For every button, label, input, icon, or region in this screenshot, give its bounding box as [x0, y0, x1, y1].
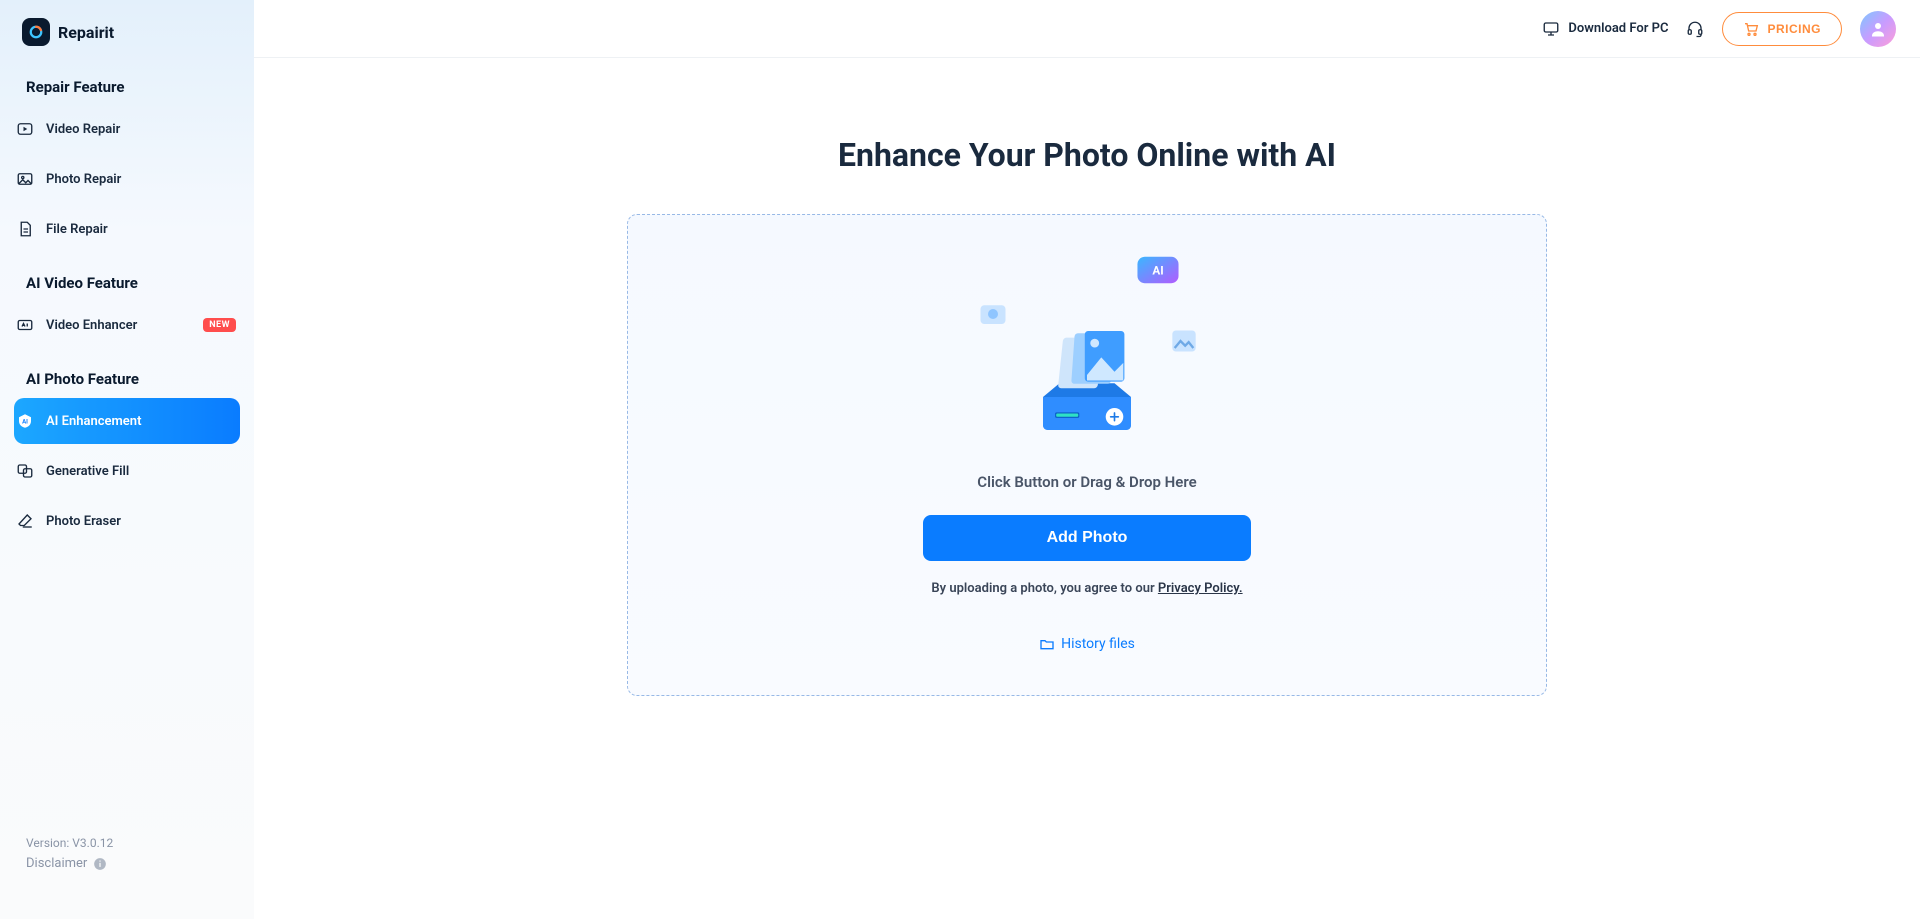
eraser-icon	[16, 512, 34, 530]
ai-badge-icon: AI	[16, 412, 34, 430]
sidebar-section-repair: Repair Feature	[0, 60, 254, 102]
history-files-link[interactable]: History files	[1039, 636, 1135, 652]
play-box-icon	[16, 120, 34, 138]
upload-illustration: AI	[982, 251, 1192, 451]
section-title: AI Video Feature	[26, 274, 240, 292]
sidebar-item-video-enhancer[interactable]: Video Enhancer NEW	[14, 302, 240, 348]
app-name: Repairit	[58, 23, 114, 42]
sidebar-item-generative-fill[interactable]: Generative Fill	[14, 448, 240, 494]
sidebar-item-label: Generative Fill	[46, 464, 129, 479]
support-icon[interactable]	[1686, 20, 1704, 38]
disclaimer-label: Disclaimer	[26, 856, 87, 871]
sidebar-item-file-repair[interactable]: File Repair	[14, 206, 240, 252]
sidebar-item-photo-eraser[interactable]: Photo Eraser	[14, 498, 240, 544]
logo[interactable]: Repairit	[0, 18, 254, 60]
sidebar-item-label: Video Repair	[46, 122, 120, 137]
pricing-label: PRICING	[1767, 22, 1821, 36]
history-label: History files	[1061, 636, 1135, 652]
drop-hint: Click Button or Drag & Drop Here	[977, 473, 1196, 491]
version-text: Version: V3.0.12	[26, 836, 228, 850]
consent-pre: By uploading a photo, you agree to our	[931, 581, 1157, 596]
pricing-button[interactable]: PRICING	[1722, 12, 1842, 46]
photo-icon	[16, 170, 34, 188]
sidebar-item-label: File Repair	[46, 222, 108, 237]
ai-float-icon: AI	[1136, 253, 1180, 287]
upload-dropzone[interactable]: AI Click Button or Drag & Drop Here Add …	[627, 214, 1547, 696]
camera-float-icon	[978, 299, 1008, 329]
svg-text:AI: AI	[22, 418, 28, 425]
avatar-button[interactable]	[1860, 11, 1896, 47]
ai-video-icon	[16, 316, 34, 334]
consent-text: By uploading a photo, you agree to our P…	[931, 581, 1242, 596]
sidebar-item-label: Video Enhancer	[46, 318, 137, 333]
new-badge: NEW	[203, 318, 236, 332]
page-title: Enhance Your Photo Online with AI	[838, 136, 1336, 174]
sidebar-footer: Version: V3.0.12 Disclaimer	[0, 836, 254, 901]
file-icon	[16, 220, 34, 238]
sidebar-item-photo-repair[interactable]: Photo Repair	[14, 156, 240, 202]
download-for-pc-link[interactable]: Download For PC	[1542, 20, 1668, 38]
disclaimer-link[interactable]: Disclaimer	[26, 856, 228, 871]
cart-icon	[1743, 21, 1759, 37]
topbar: Download For PC PRICING	[254, 0, 1920, 58]
main-area: Download For PC PRICING Enhance Your Pho…	[254, 0, 1920, 919]
section-title: AI Photo Feature	[26, 370, 240, 388]
sidebar-section-ai-video: AI Video Feature	[0, 256, 254, 298]
app-logo-icon	[22, 18, 50, 46]
section-title: Repair Feature	[26, 78, 240, 96]
folder-icon	[1039, 636, 1055, 652]
image-float-icon	[1170, 327, 1198, 355]
user-icon	[1869, 20, 1887, 38]
sidebar-item-ai-enhancement[interactable]: AI AI Enhancement	[14, 398, 240, 444]
sidebar-item-label: Photo Eraser	[46, 514, 121, 529]
privacy-policy-link[interactable]: Privacy Policy.	[1158, 581, 1243, 596]
sidebar-section-ai-photo: AI Photo Feature	[0, 352, 254, 394]
download-label: Download For PC	[1568, 21, 1668, 36]
sidebar: Repairit Repair Feature Video Repair Pho…	[0, 0, 254, 919]
add-photo-button[interactable]: Add Photo	[923, 515, 1251, 561]
generative-icon	[16, 462, 34, 480]
content: Enhance Your Photo Online with AI	[254, 58, 1920, 919]
sidebar-item-label: Photo Repair	[46, 172, 121, 187]
svg-text:AI: AI	[1152, 263, 1163, 277]
sidebar-item-video-repair[interactable]: Video Repair	[14, 106, 240, 152]
sidebar-item-label: AI Enhancement	[46, 414, 141, 429]
monitor-icon	[1542, 20, 1560, 38]
info-icon	[93, 857, 107, 871]
